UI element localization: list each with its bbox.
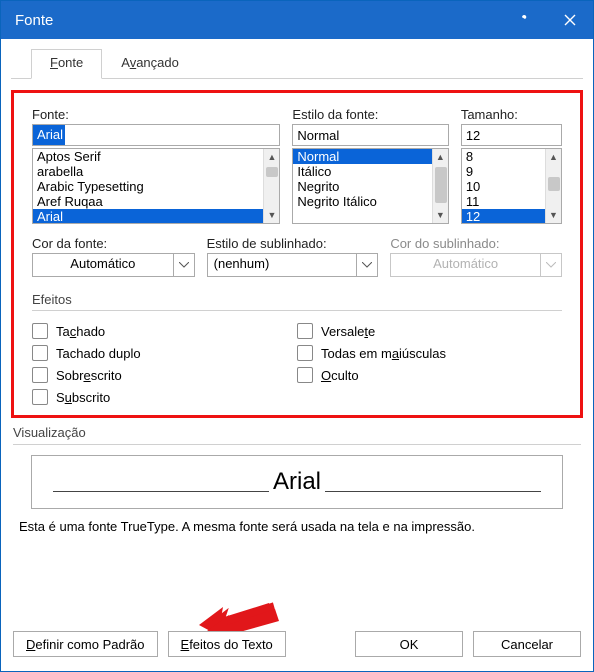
tab-avancado[interactable]: Avançado	[102, 49, 198, 79]
font-input[interactable]: Arial	[32, 124, 280, 146]
underline-color-dropdown: Automático	[390, 253, 562, 277]
list-item[interactable]: Normal	[293, 149, 447, 164]
button-bar: Definir como Padrão Efeitos do Texto OK …	[13, 631, 581, 657]
style-input[interactable]	[292, 124, 448, 146]
text-effects-button[interactable]: Efeitos do Texto	[168, 631, 286, 657]
font-color-value: Automático	[32, 253, 173, 277]
font-label: Fonte:	[32, 107, 280, 122]
checkbox-oculto[interactable]: Oculto	[297, 367, 562, 383]
chevron-down-icon[interactable]	[173, 253, 195, 277]
underline-style-label: Estilo de sublinhado:	[207, 236, 379, 251]
underline-style-dropdown[interactable]: (nenhum)	[207, 253, 379, 277]
preview-label: Visualização	[13, 425, 86, 440]
list-item[interactable]: Negrito	[293, 179, 447, 194]
list-item[interactable]: Itálico	[293, 164, 447, 179]
effects-label: Efeitos	[32, 292, 72, 307]
scrollbar[interactable]: ▲ ▼	[545, 149, 561, 223]
help-button[interactable]	[501, 1, 547, 39]
underline-style-value: (nenhum)	[207, 253, 357, 277]
tab-strip: Fonte Avançado	[31, 49, 593, 79]
chevron-down-icon	[540, 253, 562, 277]
checkbox-tachado-duplo[interactable]: Tachado duplo	[32, 345, 297, 361]
checkbox-subscrito[interactable]: Subscrito	[32, 389, 297, 405]
style-label: Estilo da fonte:	[292, 107, 448, 122]
font-dialog: Fonte Fonte Avançado Fonte: Arial Aptos …	[0, 0, 594, 672]
size-input[interactable]	[461, 124, 562, 146]
style-listbox[interactable]: Normal Itálico Negrito Negrito Itálico ▲…	[292, 148, 448, 224]
checkbox-versalete[interactable]: Versalete	[297, 323, 562, 339]
preview-box: Arial	[31, 455, 563, 509]
scroll-down-icon[interactable]: ▼	[433, 207, 448, 223]
annotation-arrow	[203, 595, 277, 635]
preview-text: Arial	[269, 468, 325, 496]
font-listbox[interactable]: Aptos Serif arabella Arabic Typesetting …	[32, 148, 280, 224]
scroll-down-icon[interactable]: ▼	[264, 207, 279, 223]
scroll-up-icon[interactable]: ▲	[546, 149, 561, 165]
list-item[interactable]: Negrito Itálico	[293, 194, 447, 209]
scroll-up-icon[interactable]: ▲	[264, 149, 279, 165]
scrollbar[interactable]: ▲ ▼	[263, 149, 279, 223]
font-color-label: Cor da fonte:	[32, 236, 195, 251]
close-button[interactable]	[547, 1, 593, 39]
size-listbox[interactable]: 8 9 10 11 12 ▲ ▼	[461, 148, 562, 224]
titlebar: Fonte	[1, 1, 593, 39]
window-title: Fonte	[15, 12, 53, 29]
checkbox-tachado[interactable]: Tachado	[32, 323, 297, 339]
checkbox-maiusculas[interactable]: Todas em maiúsculas	[297, 345, 562, 361]
scrollbar[interactable]: ▲ ▼	[432, 149, 448, 223]
underline-color-value: Automático	[390, 253, 540, 277]
list-item[interactable]: Aref Ruqaa	[33, 194, 279, 209]
list-item[interactable]: Aptos Serif	[33, 149, 279, 164]
list-item[interactable]: Arabic Typesetting	[33, 179, 279, 194]
chevron-down-icon[interactable]	[356, 253, 378, 277]
scroll-up-icon[interactable]: ▲	[433, 149, 448, 165]
list-item[interactable]: arabella	[33, 164, 279, 179]
preview-note: Esta é uma fonte TrueType. A mesma fonte…	[19, 519, 575, 534]
size-label: Tamanho:	[461, 107, 562, 122]
underline-color-label: Cor do sublinhado:	[390, 236, 562, 251]
cancel-button[interactable]: Cancelar	[473, 631, 581, 657]
list-item[interactable]: Arial	[33, 209, 279, 224]
ok-button[interactable]: OK	[355, 631, 463, 657]
font-color-dropdown[interactable]: Automático	[32, 253, 195, 277]
tab-fonte[interactable]: Fonte	[31, 49, 102, 79]
highlight-box: Fonte: Arial Aptos Serif arabella Arabic…	[11, 90, 583, 418]
set-default-button[interactable]: Definir como Padrão	[13, 631, 158, 657]
scroll-down-icon[interactable]: ▼	[546, 207, 561, 223]
checkbox-sobrescrito[interactable]: Sobrescrito	[32, 367, 297, 383]
